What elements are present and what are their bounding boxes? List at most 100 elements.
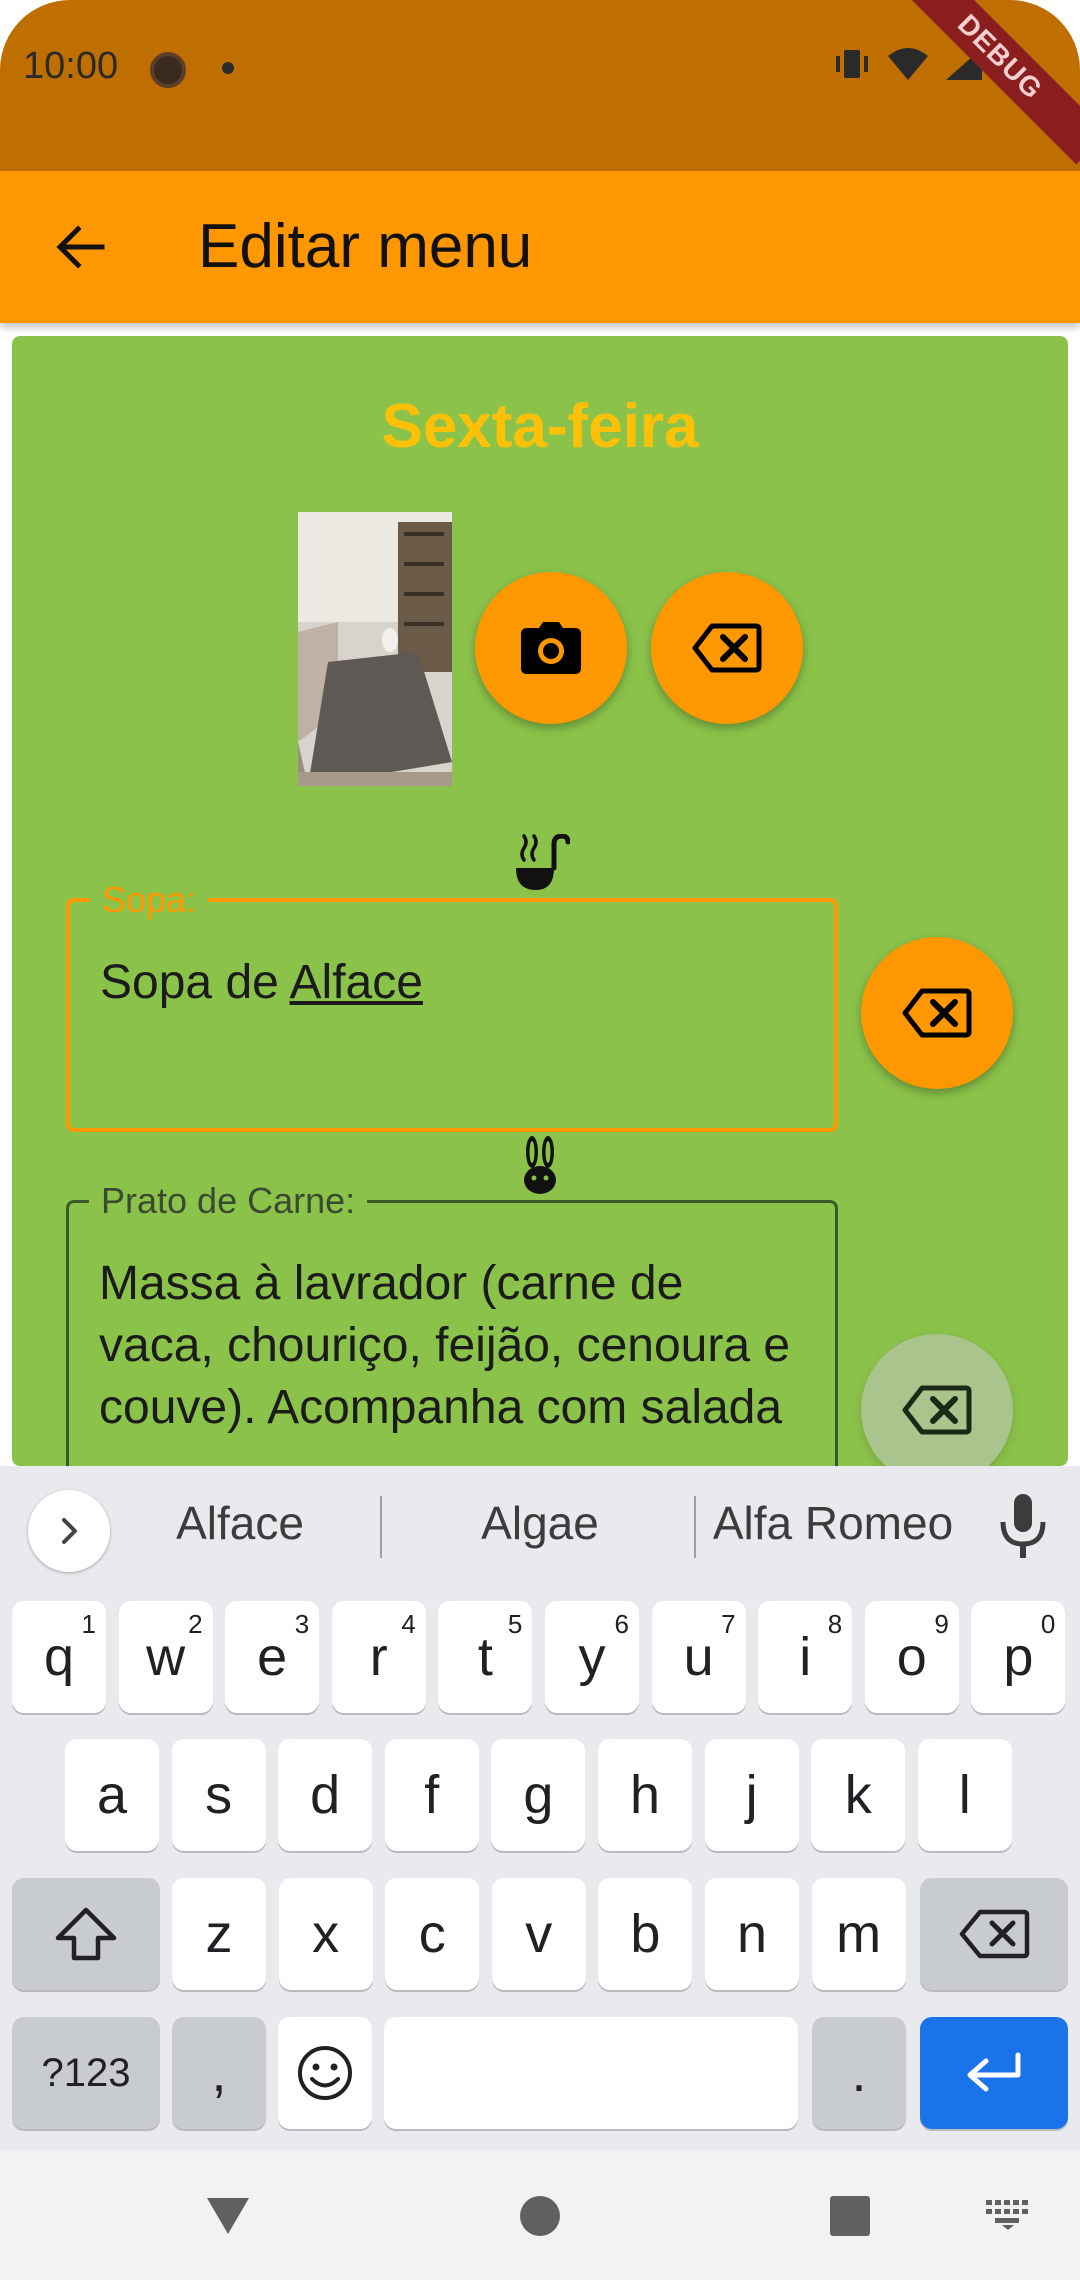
circle-icon xyxy=(520,2196,560,2236)
shift-key[interactable] xyxy=(12,1878,160,1990)
soup-field-value[interactable]: Sopa de Alface xyxy=(100,952,804,1014)
camera-icon xyxy=(521,622,581,674)
period-key[interactable]: . xyxy=(812,2017,906,2129)
key-p-hint: 0 xyxy=(1040,1609,1056,1639)
suggestion-3[interactable]: Alfa Romeo xyxy=(708,1496,958,1550)
rabbit-icon xyxy=(510,1136,570,1196)
key-k[interactable]: k xyxy=(811,1739,906,1851)
chevron-right-icon xyxy=(62,1518,77,1544)
nav-back-button[interactable] xyxy=(196,2184,260,2248)
key-o-hint: 9 xyxy=(934,1609,949,1639)
system-nav-bar xyxy=(0,2150,1080,2280)
triangle-down-icon xyxy=(207,2198,249,2234)
meat-dish-field-label: Prato de Carne: xyxy=(89,1181,368,1221)
key-y[interactable]: y6 xyxy=(545,1601,639,1713)
wifi-icon xyxy=(888,48,928,80)
nav-recents-button[interactable] xyxy=(818,2184,882,2248)
back-button[interactable] xyxy=(40,207,120,287)
clear-meat-dish-button[interactable] xyxy=(861,1334,1013,1466)
key-i-hint: 8 xyxy=(827,1609,843,1639)
key-i[interactable]: i8 xyxy=(758,1601,853,1713)
key-a[interactable]: a xyxy=(65,1739,159,1851)
backspace-icon xyxy=(902,1385,972,1435)
status-bar: 10:00 DEBUG xyxy=(0,0,1080,171)
key-o-label: o xyxy=(896,1627,927,1687)
key-b-label: b xyxy=(630,1904,661,1964)
key-y-hint: 6 xyxy=(614,1609,629,1639)
key-j[interactable]: j xyxy=(704,1739,799,1851)
key-p-label: p xyxy=(1003,1627,1034,1687)
expand-toolbar-button[interactable] xyxy=(28,1490,110,1572)
key-g-label: g xyxy=(523,1765,554,1825)
key-u-hint: 7 xyxy=(721,1609,736,1639)
key-x[interactable]: x xyxy=(278,1878,373,1990)
clear-soup-button[interactable] xyxy=(861,937,1013,1089)
key-n-label: n xyxy=(736,1904,768,1964)
camera-button[interactable] xyxy=(475,572,627,724)
meat-dish-field[interactable]: Prato de Carne: Massa à lavrador (carne … xyxy=(66,1181,838,1466)
square-icon xyxy=(830,2196,870,2236)
key-l-label: l xyxy=(958,1765,971,1825)
key-k-label: k xyxy=(844,1765,872,1825)
key-e[interactable]: e3 xyxy=(225,1601,320,1713)
key-b[interactable]: b xyxy=(598,1878,693,1990)
key-u[interactable]: u7 xyxy=(651,1601,746,1713)
key-f[interactable]: f xyxy=(384,1739,479,1851)
key-c[interactable]: c xyxy=(385,1878,480,1990)
key-l[interactable]: l xyxy=(917,1739,1012,1851)
delete-key[interactable] xyxy=(920,1878,1068,1990)
keyboard-switcher-button[interactable] xyxy=(980,2190,1036,2240)
key-e-hint: 3 xyxy=(294,1609,310,1639)
soup-field-label: Sopa: xyxy=(90,880,209,920)
suggestion-divider xyxy=(380,1496,382,1558)
key-r[interactable]: r4 xyxy=(331,1601,426,1713)
key-z[interactable]: z xyxy=(172,1878,266,1990)
key-s-label: s xyxy=(205,1765,233,1825)
key-x-label: x xyxy=(312,1904,340,1964)
emoji-key[interactable] xyxy=(278,2017,372,2129)
key-r-label: r xyxy=(369,1627,388,1687)
day-menu-card: Sexta-feira Sopa: Sopa de Alface Prato d… xyxy=(12,336,1068,1466)
key-t[interactable]: t5 xyxy=(438,1601,533,1713)
backspace-icon xyxy=(692,623,762,673)
key-m-label: m xyxy=(836,1904,882,1964)
key-w[interactable]: w2 xyxy=(118,1601,213,1713)
nav-home-button[interactable] xyxy=(508,2184,572,2248)
keyboard-icon xyxy=(986,2200,1028,2230)
key-v-label: v xyxy=(525,1904,553,1964)
soup-field[interactable]: Sopa: Sopa de Alface xyxy=(66,880,838,1132)
space-key[interactable] xyxy=(384,2017,798,2129)
symbols-key[interactable]: ?123 xyxy=(12,2017,160,2129)
soup-text: Sopa de xyxy=(100,956,290,1009)
suggestion-1[interactable]: Alface xyxy=(140,1496,340,1550)
key-p[interactable]: p0 xyxy=(971,1601,1066,1713)
key-g[interactable]: g xyxy=(491,1739,586,1851)
suggestion-2[interactable]: Algae xyxy=(420,1496,660,1550)
arrow-back-icon xyxy=(56,225,105,269)
key-e-label: e xyxy=(257,1627,288,1687)
enter-arrow-icon xyxy=(967,2052,1021,2092)
key-n[interactable]: n xyxy=(705,1878,799,1990)
remove-photo-button[interactable] xyxy=(651,572,803,724)
enter-key[interactable] xyxy=(920,2017,1068,2129)
app-bar: Editar menu xyxy=(0,171,1080,323)
key-v[interactable]: v xyxy=(491,1878,586,1990)
shift-icon xyxy=(55,1907,117,1961)
key-m[interactable]: m xyxy=(811,1878,906,1990)
soft-keyboard: Alface Algae Alfa Romeo ?123 , . q 1 w 2… xyxy=(0,1466,1080,2150)
microphone-icon[interactable] xyxy=(995,1492,1051,1562)
soup-ladle-icon xyxy=(510,834,570,894)
key-d[interactable]: d xyxy=(278,1739,373,1851)
key-s[interactable]: s xyxy=(171,1739,266,1851)
key-o[interactable]: o9 xyxy=(864,1601,959,1713)
backspace-icon xyxy=(902,988,972,1038)
soup-composing-word: Alface xyxy=(289,956,423,1009)
key-q[interactable]: q1 xyxy=(12,1601,106,1713)
status-time: 10:00 xyxy=(23,45,119,87)
notification-dot-icon xyxy=(222,62,234,74)
key-h[interactable]: h xyxy=(598,1739,692,1851)
comma-key[interactable]: , xyxy=(172,2017,266,2129)
meat-dish-field-value[interactable]: Massa à lavrador (carne de vaca, chouriç… xyxy=(99,1253,805,1439)
key-a-label: a xyxy=(96,1765,128,1825)
vibrate-icon xyxy=(836,50,868,78)
